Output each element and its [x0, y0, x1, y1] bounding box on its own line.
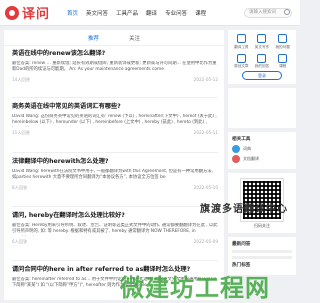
question-meta: 8人回答 2022-05-10: [12, 185, 218, 191]
search-icon[interactable]: [284, 9, 290, 15]
question-date: 2022-05-10: [193, 185, 218, 190]
recent-title: 最新问答: [232, 242, 251, 247]
question-meta: 14人回答 2022-05-12: [12, 77, 218, 83]
question-excerpt: 最佳答案: Hereby用来引导所明、叙述、宣告、证明等这类正式文件中的动作, …: [12, 223, 218, 236]
question-title[interactable]: 法律翻译中的herewith怎么处理?: [12, 158, 218, 166]
tab-recommended[interactable]: 推荐: [88, 34, 99, 42]
pen-icon: [257, 34, 267, 43]
dictionary-icon: [232, 145, 240, 153]
quick-links-card: 翻译工具 英文写作 我的问题 原创文章 我的回答 课程 登录: [228, 30, 296, 84]
tab-following[interactable]: 关注: [129, 34, 140, 42]
nav-item-pro[interactable]: 专业问答: [165, 9, 187, 17]
question-excerpt: David Wang: herewith在法院文书中用于, 一般都翻译为with…: [12, 169, 213, 181]
nav-item-qa[interactable]: 英文问答: [86, 9, 108, 17]
top-navbar: 译问 首页 英文问答 工具产品 翻译 专业问答 课程 请输入搜索词: [0, 0, 300, 26]
quick-link-translate[interactable]: 翻译工具: [232, 34, 251, 50]
answer-count: 6人回答: [12, 239, 28, 244]
question-item[interactable]: 法律翻译中的herewith怎么处理? David Wang: herewith…: [12, 158, 218, 191]
quick-links-grid: 翻译工具 英文写作 我的问题 原创文章 我的回答 课程: [232, 34, 292, 69]
question-item[interactable]: 商务英语在线中常见的英语词汇有哪些? David Wang: 这份商务英中常见的…: [12, 103, 218, 136]
tools-title: 相关工具: [232, 137, 251, 142]
question-feed: 推荐 关注 英语在线中的renew该怎么翻译? 最佳答案: renew … 重新…: [4, 30, 224, 300]
watermark-text: 微建坊工程网: [120, 274, 270, 302]
quick-link-articles[interactable]: 原创文章: [232, 53, 251, 70]
question-date: 2022-05-12: [193, 77, 218, 82]
nav-item-tools[interactable]: 工具产品: [116, 9, 138, 17]
divider: [12, 206, 218, 207]
question-meta: 11人回答 2022-05-11: [12, 130, 218, 136]
logo-mark-icon: [5, 5, 19, 20]
feed-tabs: 推荐 关注: [4, 30, 224, 46]
nav-item-home[interactable]: 首页: [67, 9, 78, 17]
divider: [12, 260, 218, 261]
answer-icon: [257, 53, 267, 63]
login-button[interactable]: 登录: [242, 71, 282, 80]
logo-text: 译问: [22, 7, 51, 22]
qr-caption: 扫码关注: [254, 223, 270, 228]
main-nav: 首页 英文问答 工具产品 翻译 专业问答 课程: [67, 9, 206, 17]
tool-dictionary[interactable]: 词典: [232, 145, 292, 153]
question-item[interactable]: 请问, hereby在翻译时怎么处理比较好? 最佳答案: Hereby用来引导所…: [12, 212, 218, 245]
quick-link-my-answers[interactable]: 我的回答: [253, 53, 272, 70]
quick-link-courses[interactable]: 课程: [273, 53, 292, 70]
placeholder-line: [232, 250, 292, 253]
quick-link-my-questions[interactable]: 我的问题: [273, 34, 292, 50]
tools-card: 相关工具 词典 文档翻译: [228, 132, 296, 169]
question-icon: [278, 34, 288, 43]
divider: [12, 152, 218, 153]
question-date: 2022-05-09: [193, 239, 218, 244]
placeholder-line: [232, 256, 292, 259]
document-icon: [236, 53, 246, 63]
answer-count: 14人回答: [12, 77, 30, 82]
question-excerpt: David Wang: 这份商务英中常见的英语的词汇有: renew (予以) …: [12, 114, 217, 127]
answer-count: 8人回答: [12, 185, 28, 190]
answer-count: 11人回答: [12, 130, 30, 135]
question-title[interactable]: 商务英语在线中常见的英语词汇有哪些?: [12, 103, 218, 111]
question-meta: 6人回答 2022-05-09: [12, 239, 218, 245]
divider: [12, 97, 218, 98]
center-caption: 旗渡多语翻译中心: [200, 204, 288, 215]
book-icon: [278, 53, 288, 63]
question-date: 2022-05-11: [193, 130, 218, 135]
tool-document-translate[interactable]: 文档翻译: [232, 155, 292, 163]
nav-item-course[interactable]: 课程: [195, 9, 206, 17]
right-sidebar: 翻译工具 英文写作 我的问题 原创文章 我的回答 课程 登录 相关工具 词典 文…: [228, 30, 296, 279]
translate-icon: [236, 34, 246, 43]
question-title[interactable]: 英语在线中的renew该怎么翻译?: [12, 50, 218, 58]
blank-card: [228, 88, 296, 128]
site-logo[interactable]: 译问: [5, 3, 57, 22]
nav-item-translate[interactable]: 翻译: [146, 9, 157, 17]
document-translate-icon: [232, 155, 240, 163]
quick-link-writing[interactable]: 英文写作: [253, 34, 272, 50]
question-item[interactable]: 英语在线中的renew该怎么翻译? 最佳答案: renew … 重新续借; 延长…: [12, 50, 218, 83]
question-excerpt: 最佳答案: renew … 重新续借; 延长有效期或借阅; 重新装饰或更新; 更…: [12, 61, 217, 73]
question-title[interactable]: 请问, hereby在翻译时怎么处理比较好?: [12, 212, 218, 220]
